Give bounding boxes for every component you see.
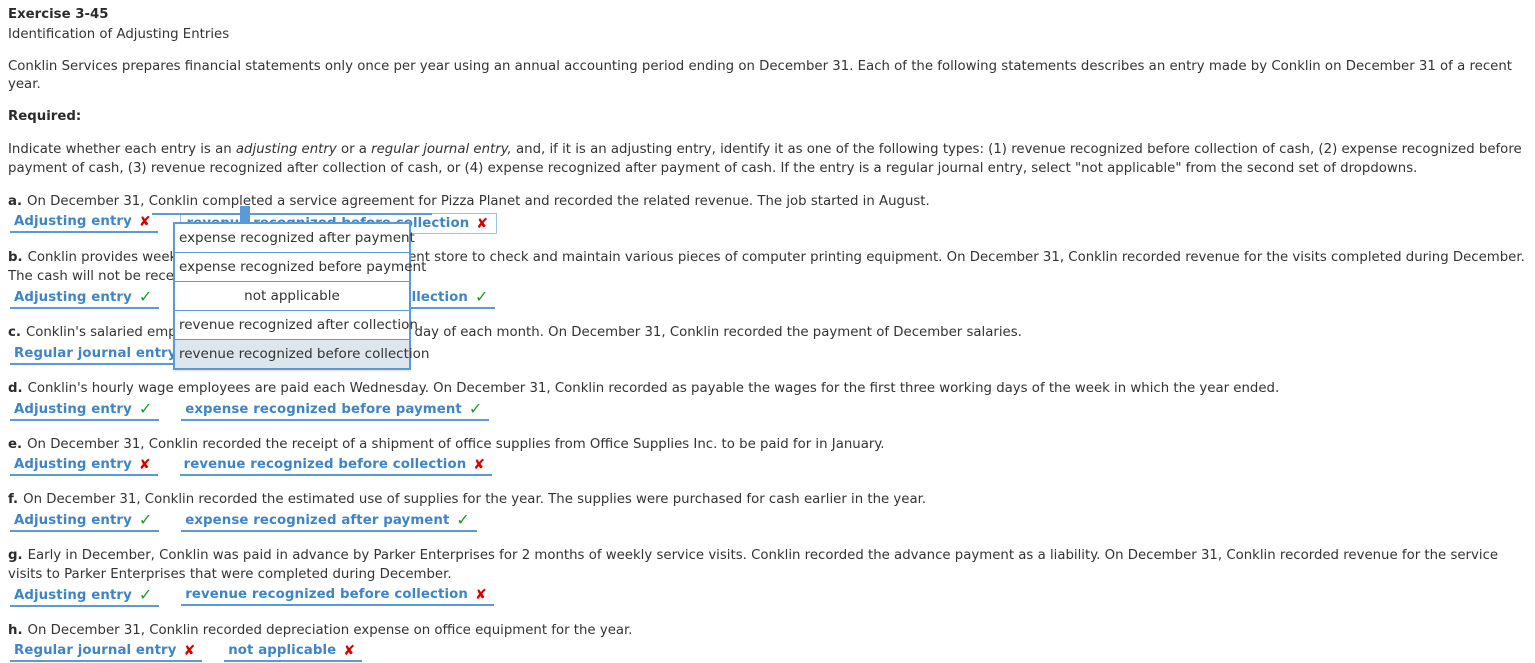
- exercise-page: Exercise 3-45 Identification of Adjustin…: [0, 0, 1535, 662]
- instructions-emphasis-2: regular journal entry,: [371, 142, 512, 157]
- dropdown-selected-value: expense recognized before payment: [185, 401, 462, 417]
- dropdown-selected-value: revenue recognized before collection: [185, 587, 468, 602]
- incorrect-cross-icon: ✘: [343, 642, 355, 659]
- correct-check-icon: ✓: [474, 287, 489, 306]
- item-text: On December 31, Conklin recorded depreci…: [27, 623, 633, 638]
- correct-check-icon: ✓: [138, 585, 153, 604]
- item-letter: d.: [8, 381, 23, 396]
- dropdown-option[interactable]: expense recognized after payment: [175, 224, 415, 253]
- entry-type-dropdown[interactable]: Regular journal entry ✘: [10, 642, 203, 662]
- entry-type-dropdown[interactable]: Adjusting entry ✘: [10, 456, 158, 476]
- entry-type-dropdown[interactable]: Adjusting entry ✓: [10, 287, 160, 309]
- dropdown-selected-value: Adjusting entry: [14, 214, 132, 229]
- item-text: Conklin's hourly wage employees are paid…: [27, 381, 1280, 396]
- correct-check-icon: ✓: [456, 510, 470, 529]
- instructions-emphasis-1: adjusting entry: [235, 142, 337, 157]
- item-statement: a. On December 31, Conklin completed a se…: [8, 192, 1527, 211]
- answer-row: Adjusting entry ✓ expense recognized befor…: [8, 400, 1527, 421]
- recognition-type-dropdown[interactable]: expense recognized before payment ✓: [181, 399, 490, 421]
- answer-row: Regular journal entry ✘ not applicable ✘: [8, 642, 1527, 662]
- item-letter: c.: [8, 325, 21, 340]
- dropdown-selected-value: revenue recognized before collection: [183, 457, 467, 472]
- dropdown-connector-line: [152, 213, 432, 215]
- required-label: Required:: [8, 109, 82, 124]
- dropdown-option[interactable]: expense recognized before payment: [175, 253, 426, 282]
- dropdown-stem: [240, 206, 250, 222]
- correct-check-icon: ✓: [468, 399, 483, 418]
- entry-type-dropdown[interactable]: Adjusting entry ✘: [10, 213, 158, 233]
- exercise-item: d. Conklin's hourly wage employees are pa…: [8, 379, 1527, 421]
- dropdown-selected-value: Adjusting entry: [14, 587, 132, 603]
- entry-type-dropdown[interactable]: Adjusting entry ✓: [10, 399, 160, 421]
- exercise-item: e. On December 31, Conklin recorded the r…: [8, 435, 1527, 476]
- item-letter: a.: [8, 194, 23, 209]
- dropdown-selected-value: Regular journal entry: [14, 643, 177, 658]
- exercise-number: Exercise 3-45: [8, 7, 109, 22]
- entry-type-dropdown[interactable]: Adjusting entry ✓: [10, 510, 160, 532]
- item-statement: f. On December 31, Conklin recorded the e…: [8, 490, 1527, 509]
- recognition-type-dropdown[interactable]: revenue recognized before collection ✘: [179, 456, 493, 476]
- instructions-part-2: or a: [336, 142, 372, 157]
- item-text: On December 31, Conklin recorded the rec…: [27, 437, 885, 452]
- dropdown-option[interactable]: revenue recognized after collection: [175, 311, 418, 340]
- dropdown-selected-value: Adjusting entry: [14, 457, 132, 472]
- recognition-type-dropdown[interactable]: expense recognized after payment ✓: [181, 511, 477, 532]
- recognition-type-dropdown[interactable]: revenue recognized before collection ✘: [181, 586, 494, 606]
- correct-check-icon: ✓: [138, 287, 153, 306]
- dropdown-option[interactable]: not applicable: [175, 282, 409, 311]
- answer-row: Adjusting entry ✓ expense recognized after…: [8, 511, 1527, 532]
- exercise-item: g. Early in December, Conklin was paid in…: [8, 546, 1527, 607]
- dropdown-selected-value: Adjusting entry: [14, 401, 132, 417]
- item-letter: h.: [8, 623, 23, 638]
- item-text: On December 31, Conklin recorded the est…: [23, 492, 927, 507]
- incorrect-cross-icon: ✘: [138, 456, 151, 473]
- exercise-title: Identification of Adjusting Entries: [8, 27, 230, 42]
- exercise-intro: Conklin Services prepares financial stat…: [8, 59, 1512, 92]
- dropdown-menu[interactable]: expense recognized after payment expense …: [173, 222, 429, 370]
- entry-type-dropdown[interactable]: Adjusting entry ✓: [10, 585, 160, 607]
- item-text: Early in December, Conklin was paid in a…: [8, 548, 1499, 582]
- item-statement: d. Conklin's hourly wage employees are pa…: [8, 379, 1527, 398]
- incorrect-cross-icon: ✘: [138, 213, 151, 230]
- answer-row: Adjusting entry ✓ revenue recognized befor…: [8, 586, 1527, 607]
- incorrect-cross-icon: ✘: [183, 642, 196, 659]
- dropdown-selected-value: Adjusting entry: [14, 512, 132, 528]
- item-letter: f.: [8, 492, 19, 507]
- item-letter: b.: [8, 250, 23, 265]
- exercise-item: h. On December 31, Conklin recorded depre…: [8, 621, 1527, 662]
- incorrect-cross-icon: ✘: [476, 215, 489, 232]
- item-statement: h. On December 31, Conklin recorded depre…: [8, 621, 1527, 640]
- dropdown-selected-value: Adjusting entry: [14, 289, 132, 305]
- dropdown-option[interactable]: revenue recognized before collection: [175, 340, 429, 368]
- answer-row: Adjusting entry✘revenue recognized befor…: [8, 456, 1527, 476]
- item-statement: g. Early in December, Conklin was paid in…: [8, 546, 1527, 584]
- item-letter: e.: [8, 437, 23, 452]
- recognition-type-dropdown[interactable]: not applicable ✘: [224, 642, 362, 662]
- correct-check-icon: ✓: [138, 399, 153, 418]
- instructions: Indicate whether each entry is an adjust…: [8, 140, 1527, 178]
- exercise-item: f. On December 31, Conklin recorded the e…: [8, 490, 1527, 532]
- item-statement: e. On December 31, Conklin recorded the r…: [8, 435, 1527, 454]
- item-text: On December 31, Conklin completed a serv…: [27, 194, 930, 209]
- dropdown-selected-value: expense recognized after payment: [185, 512, 450, 528]
- item-letter: g.: [8, 548, 23, 563]
- dropdown-selected-value: Regular journal entry: [14, 345, 177, 361]
- correct-check-icon: ✓: [138, 510, 153, 529]
- dropdown-selected-value: not applicable: [228, 643, 337, 658]
- incorrect-cross-icon: ✘: [474, 586, 487, 603]
- instructions-part-1: Indicate whether each entry is an: [8, 142, 236, 157]
- incorrect-cross-icon: ✘: [473, 456, 486, 473]
